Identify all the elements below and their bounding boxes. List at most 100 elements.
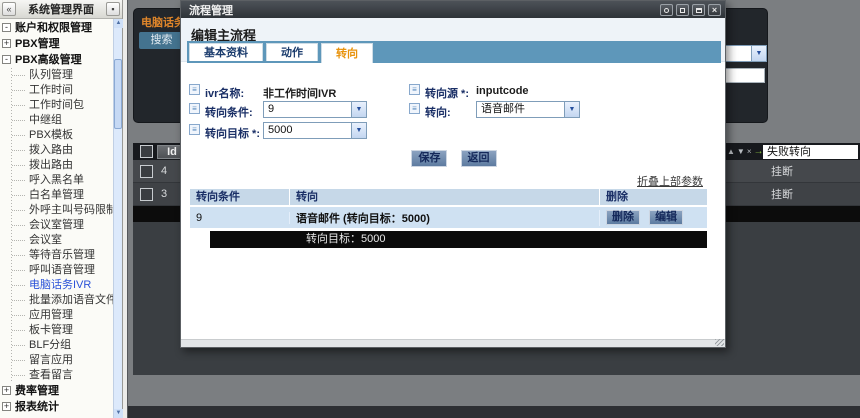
select-all-checkbox[interactable] (140, 145, 153, 158)
row-checkbox[interactable] (140, 165, 153, 178)
row-checkbox[interactable] (140, 188, 153, 201)
resize-grip-icon[interactable] (715, 339, 724, 346)
sidebar-item[interactable]: 外呼主叫号码限制 (0, 203, 113, 218)
redirect-target-select[interactable]: 5000 ▼ (263, 122, 367, 139)
sidebar-item[interactable]: PBX模板 (0, 128, 113, 143)
delete-button[interactable]: 删除 (606, 210, 640, 225)
sort-asc-icon[interactable]: ▲ (727, 147, 735, 156)
sidebar-item[interactable]: +费率管理 (0, 383, 113, 399)
row-detail-bar: 转向目标：5000 (210, 231, 707, 248)
sidebar-item[interactable]: 呼入黑名单 (0, 173, 113, 188)
field-help-icon[interactable]: ≡ (409, 84, 420, 95)
sidebar-item-label: 留言应用 (29, 354, 73, 366)
sidebar-item[interactable]: 应用管理 (0, 308, 113, 323)
dialog-titlebar[interactable]: 流程管理 × (181, 1, 725, 18)
row-id: 3 (161, 188, 167, 200)
fail-redirect-column-header[interactable]: 失败转向 (763, 145, 858, 159)
sidebar-tree: -账户和权限管理+PBX管理-PBX高级管理队列管理工作时间工作时间包中继组PB… (0, 19, 113, 418)
scrollbar-thumb[interactable] (114, 59, 122, 129)
sidebar-item[interactable]: + PBX管理 (0, 36, 113, 52)
column-header: 删除 (600, 189, 707, 205)
scroll-up-icon[interactable]: ▲ (114, 19, 123, 28)
sidebar-item[interactable]: 工作时间包 (0, 98, 113, 113)
sidebar-item[interactable]: 批量添加语音文件 (0, 293, 113, 308)
sidebar-item-label: 批量添加语音文件 (29, 294, 113, 306)
tree-expander-icon[interactable]: + (2, 39, 11, 48)
dialog-actions: 保存 返回 (181, 150, 727, 167)
dialog-tab[interactable]: 动作 (266, 43, 318, 61)
tree-expander-icon[interactable]: + (2, 386, 11, 395)
tree-expander-icon[interactable]: - (2, 55, 11, 64)
field-help-icon[interactable]: ≡ (189, 84, 200, 95)
redirect-select[interactable]: 语音邮件 ▼ (476, 101, 580, 118)
sidebar-item[interactable]: 拨出路由 (0, 158, 113, 173)
sidebar-item[interactable]: 队列管理 (0, 68, 113, 83)
sidebar-item[interactable]: 呼叫语音管理 (0, 263, 113, 278)
sidebar-item-label: BLF分组 (29, 339, 71, 351)
sort-desc-icon[interactable]: ▼ (737, 147, 745, 156)
sidebar-item[interactable]: 中继组 (0, 113, 113, 128)
sidebar-item[interactable]: BLF分组 (0, 338, 113, 353)
back-button[interactable]: 返回 (461, 150, 497, 167)
sidebar-item-label: 拨入路由 (29, 144, 73, 156)
sidebar-item[interactable]: -账户和权限管理 (0, 20, 113, 36)
sidebar-item-label: 应用管理 (29, 309, 73, 321)
sidebar-item-label: 会议室管理 (29, 219, 84, 231)
scroll-down-icon[interactable]: ▼ (114, 409, 123, 418)
sidebar-scrollbar[interactable]: ▲ ▼ (113, 19, 122, 418)
chevron-down-icon[interactable]: ▼ (351, 123, 366, 138)
field-help-icon[interactable]: ≡ (409, 103, 420, 114)
tree-expander-icon[interactable]: - (2, 23, 11, 32)
column-header: 转向条件 (190, 189, 290, 205)
sidebar-item[interactable]: 查看留言 (0, 368, 113, 383)
redirect-source-value: inputcode (476, 85, 529, 97)
redirect-condition-select[interactable]: 9 ▼ (263, 101, 367, 118)
restore-window-icon[interactable] (692, 4, 705, 16)
ivr-name-label: ivr名称: (205, 85, 244, 101)
chevron-down-icon[interactable]: ▼ (351, 102, 366, 117)
field-help-icon[interactable]: ≡ (189, 124, 200, 135)
sidebar-item[interactable]: 拨入路由 (0, 143, 113, 158)
field-help-icon[interactable]: ≡ (189, 103, 200, 114)
chevron-down-icon[interactable]: ▼ (564, 102, 579, 117)
sidebar-item[interactable]: -PBX高级管理 (0, 52, 113, 68)
background-search-button[interactable]: 搜索 (139, 32, 184, 49)
sidebar-item[interactable]: 会议室管理 (0, 218, 113, 233)
sidebar: « 系统管理界面 ▪ -账户和权限管理+PBX管理-PBX高级管理队列管理工作时… (0, 0, 123, 418)
sidebar-item-label: 呼叫语音管理 (29, 264, 95, 276)
save-button[interactable]: 保存 (411, 150, 447, 167)
row-condition: 9 (190, 212, 290, 224)
sidebar-item-label: 工作时间 (29, 84, 73, 96)
clear-sort-icon[interactable]: × (747, 147, 752, 156)
sidebar-item[interactable]: 留言应用 (0, 353, 113, 368)
sidebar-item[interactable]: 板卡管理 (0, 323, 113, 338)
redirect-label: 转向: (425, 104, 451, 120)
tree-expander-icon[interactable]: + (2, 402, 11, 411)
sidebar-item[interactable]: +报表统计 (0, 399, 113, 415)
chevron-down-icon[interactable]: ▼ (751, 46, 766, 61)
sidebar-item-label: 板卡管理 (29, 324, 73, 336)
collapse-params-link[interactable]: 折叠上部参数 (637, 173, 703, 189)
edit-button[interactable]: 编辑 (649, 210, 683, 225)
sidebar-pin-icon[interactable]: ▪ (106, 2, 120, 16)
sidebar-collapse-button[interactable]: « (2, 2, 16, 16)
dialog-tab[interactable]: 基本资料 (189, 43, 263, 61)
sidebar-item[interactable]: 会议室 (0, 233, 113, 248)
maximize-icon[interactable] (676, 4, 689, 16)
sidebar-item-label: PBX管理 (15, 38, 60, 50)
sidebar-item-label: 白名单管理 (29, 189, 84, 201)
dialog-tab[interactable]: 转向 (321, 43, 373, 63)
background-panel-tab[interactable]: 电脑话务 (141, 14, 185, 30)
sidebar-item[interactable]: 白名单管理 (0, 188, 113, 203)
table-row[interactable]: 9 语音邮件 (转向目标：5000) 删除 编辑 (190, 207, 707, 228)
row-fail-redirect: 挂断 (771, 186, 793, 202)
record-icon[interactable] (660, 4, 673, 16)
sidebar-item-label: PBX高级管理 (15, 54, 82, 66)
bottom-status-strip (128, 406, 860, 418)
close-icon[interactable]: × (708, 4, 721, 16)
sidebar-item[interactable]: 等待音乐管理 (0, 248, 113, 263)
row-fail-redirect: 挂断 (771, 163, 793, 179)
sidebar-item[interactable]: 电脑话务IVR (0, 278, 113, 293)
row-id: 4 (161, 165, 167, 177)
sidebar-item[interactable]: 工作时间 (0, 83, 113, 98)
